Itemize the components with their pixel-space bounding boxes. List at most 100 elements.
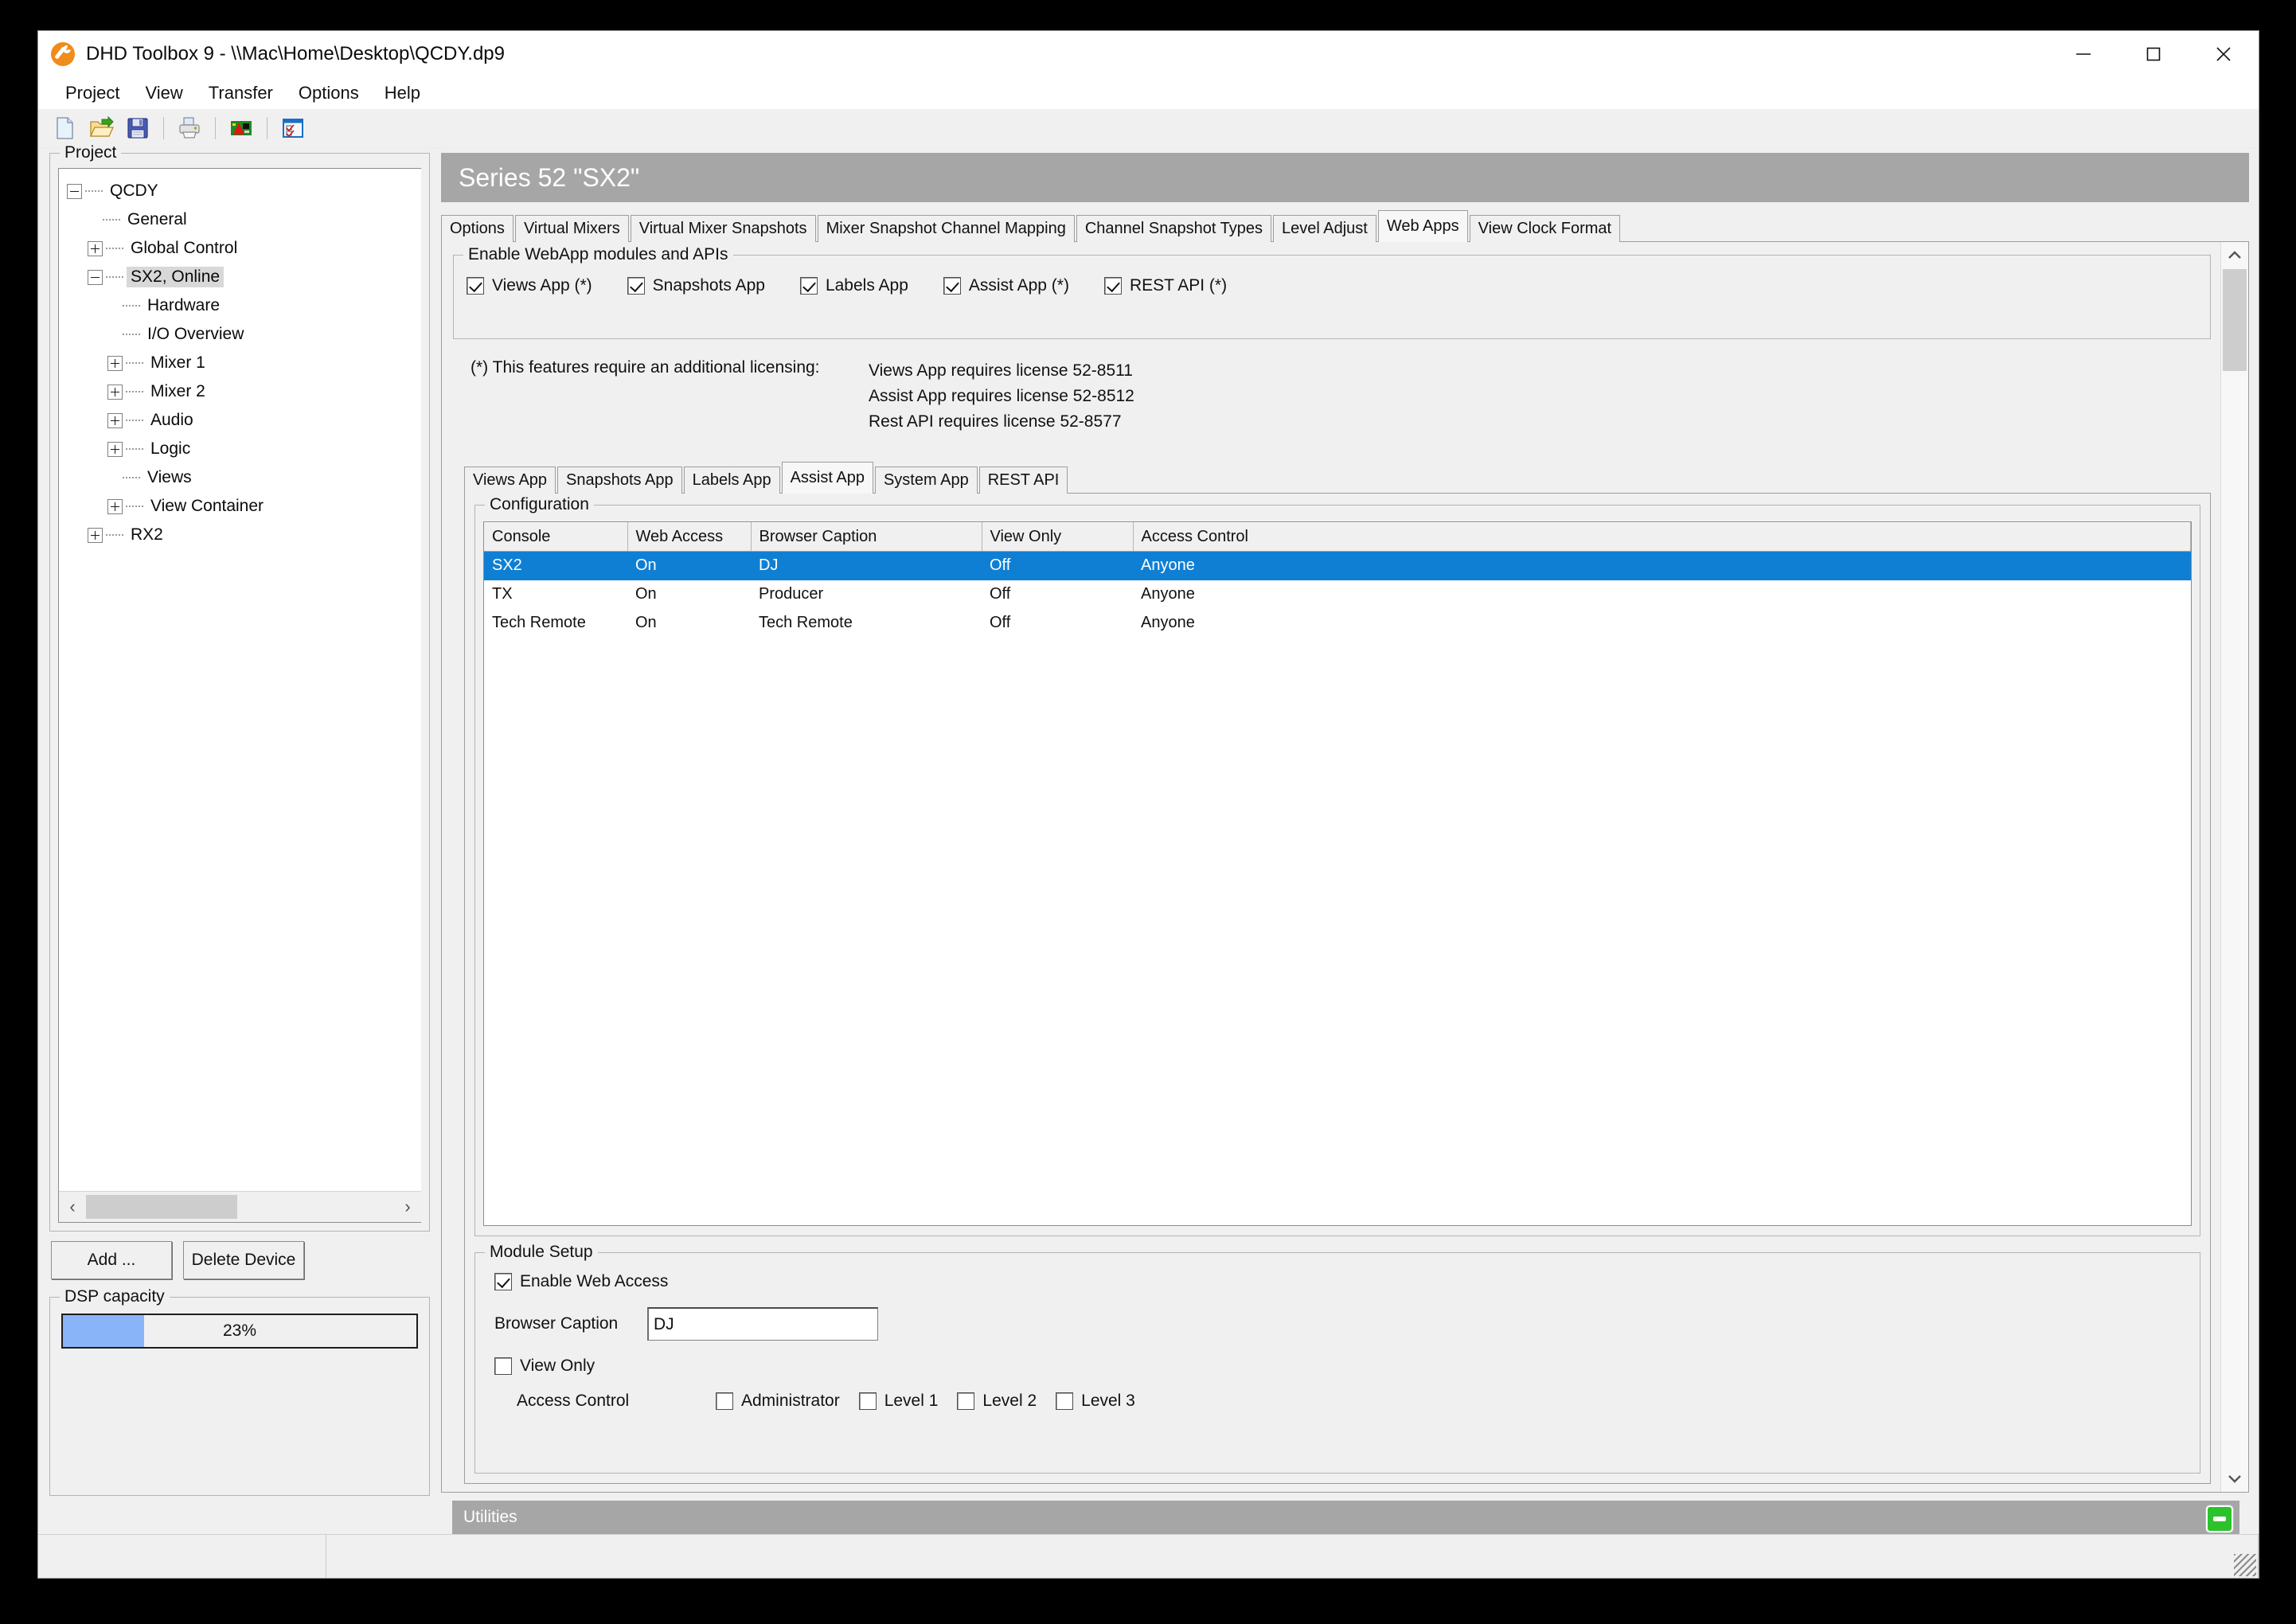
checkbox-checked-icon[interactable] [467, 277, 484, 295]
expand-toggle-icon[interactable] [88, 240, 103, 256]
tree-item-mixer-1[interactable]: Mixer 1 [59, 349, 421, 377]
menu-item-options[interactable]: Options [286, 81, 372, 105]
table-row[interactable]: Tech Remote On Tech Remote Off Anyone [484, 609, 2191, 638]
tab-view-clock-format[interactable]: View Clock Format [1469, 215, 1621, 242]
tree-item-logic[interactable]: Logic [59, 435, 421, 463]
checkbox-unchecked-icon[interactable] [957, 1392, 975, 1410]
checkbox-checked-icon[interactable] [1103, 277, 1122, 295]
checkbox-unchecked-icon[interactable] [494, 1357, 512, 1375]
expand-toggle-icon[interactable] [107, 441, 123, 457]
checkbox-snapshots-app[interactable]: Snapshots App [627, 276, 765, 295]
column-header-access-control[interactable]: Access Control [1133, 522, 2191, 552]
expand-toggle-icon[interactable] [107, 355, 123, 371]
checklist-window-icon[interactable] [275, 111, 311, 145]
inner-tab-assist-app[interactable]: Assist App [781, 462, 873, 494]
column-header-web-access[interactable]: Web Access [627, 522, 752, 552]
checkbox-checked-icon[interactable] [494, 1273, 512, 1290]
expand-toggle-icon[interactable] [107, 498, 123, 514]
expand-toggle-icon[interactable] [107, 384, 123, 400]
menu-item-help[interactable]: Help [372, 81, 433, 105]
tree-item-views[interactable]: Views [59, 463, 421, 492]
tab-virtual-mixer-snapshots[interactable]: Virtual Mixer Snapshots [630, 215, 816, 242]
inner-tab-rest-api[interactable]: REST API [978, 467, 1068, 494]
open-folder-icon[interactable] [83, 111, 119, 145]
menu-item-view[interactable]: View [132, 81, 195, 105]
checkbox-rest-api[interactable]: REST API (*) [1103, 276, 1227, 295]
inner-tab-views-app[interactable]: Views App [464, 467, 556, 494]
inner-tab-snapshots-app[interactable]: Snapshots App [557, 467, 682, 494]
tab-web-apps[interactable]: Web Apps [1377, 210, 1468, 242]
tree-item-global-control[interactable]: Global Control [59, 234, 421, 263]
menu-item-project[interactable]: Project [53, 81, 132, 105]
browser-caption-label: Browser Caption [494, 1314, 619, 1333]
column-header-view-only[interactable]: View Only [982, 522, 1134, 552]
scrollbar-track[interactable] [2223, 371, 2247, 1465]
checkbox-level-3[interactable]: Level 3 [1056, 1392, 1135, 1411]
minimize-button[interactable] [2048, 31, 2118, 77]
utilities-bar[interactable]: Utilities [452, 1501, 2239, 1534]
add-button[interactable]: Add ... [51, 1241, 172, 1279]
tree-item-view-container[interactable]: View Container [59, 492, 421, 521]
tree-item-hardware[interactable]: Hardware [59, 291, 421, 320]
save-floppy-icon[interactable] [119, 111, 156, 145]
maximize-button[interactable] [2118, 31, 2189, 77]
close-button[interactable] [2189, 31, 2259, 77]
checkbox-view-only[interactable]: View Only [494, 1357, 595, 1376]
tab-options[interactable]: Options [441, 215, 513, 242]
menu-item-transfer[interactable]: Transfer [196, 81, 286, 105]
scrollbar-track[interactable] [237, 1193, 394, 1221]
checkbox-checked-icon[interactable] [627, 277, 645, 295]
cell-console: SX2 [484, 551, 627, 580]
network-card-icon[interactable] [223, 111, 260, 145]
webapps-vertical-scrollbar[interactable] [2220, 242, 2248, 1492]
collapse-toggle-icon[interactable] [67, 183, 82, 199]
tree-item-sx2-online[interactable]: SX2, Online [59, 263, 421, 291]
checkbox-administrator[interactable]: Administrator [716, 1392, 840, 1411]
checkbox-views-app[interactable]: Views App (*) [467, 276, 592, 295]
expand-toggle-icon[interactable] [107, 412, 123, 428]
resize-grip-icon[interactable] [2234, 1554, 2256, 1576]
tab-virtual-mixers[interactable]: Virtual Mixers [514, 215, 629, 242]
scroll-up-arrow-icon[interactable] [2221, 242, 2248, 269]
tree-item-general[interactable]: General [59, 205, 421, 234]
checkbox-unchecked-icon[interactable] [716, 1392, 733, 1410]
scroll-down-arrow-icon[interactable] [2221, 1465, 2248, 1492]
table-row[interactable]: TX On Producer Off Anyone [484, 580, 2191, 609]
scrollbar-thumb[interactable] [2223, 269, 2247, 371]
table-row[interactable]: SX2 On DJ Off Anyone [484, 551, 2191, 580]
tree-item-rx2[interactable]: RX2 [59, 521, 421, 549]
expand-toggle-icon[interactable] [88, 527, 103, 543]
tree-item-io-overview[interactable]: I/O Overview [59, 320, 421, 349]
tree-item-label: View Container [150, 497, 264, 515]
collapse-toggle-icon[interactable] [88, 269, 103, 285]
checkbox-unchecked-icon[interactable] [858, 1392, 877, 1410]
browser-caption-input[interactable]: DJ [647, 1307, 878, 1341]
column-header-console[interactable]: Console [484, 522, 628, 552]
printer-icon[interactable] [171, 111, 208, 145]
new-document-icon[interactable] [46, 111, 83, 145]
scroll-right-arrow-icon[interactable]: › [394, 1193, 421, 1221]
checkbox-level-2[interactable]: Level 2 [957, 1392, 1037, 1411]
configuration-table-container[interactable]: Console Web Access Browser Caption View … [483, 521, 2192, 1226]
checkbox-level-1[interactable]: Level 1 [858, 1392, 938, 1411]
tree-item-qcdy[interactable]: QCDY [59, 177, 421, 205]
tree-item-audio[interactable]: Audio [59, 406, 421, 435]
checkbox-enable-web-access[interactable]: Enable Web Access [494, 1272, 668, 1291]
tree-horizontal-scrollbar[interactable]: ‹ › [59, 1191, 421, 1222]
scrollbar-thumb[interactable] [86, 1195, 237, 1219]
checkbox-checked-icon[interactable] [943, 277, 961, 295]
checkbox-checked-icon[interactable] [799, 277, 818, 295]
checkbox-unchecked-icon[interactable] [1056, 1392, 1074, 1410]
inner-tab-labels-app[interactable]: Labels App [683, 467, 780, 494]
tab-channel-snapshot-types[interactable]: Channel Snapshot Types [1076, 215, 1271, 242]
project-tree[interactable]: QCDY General Global Control SX2, Online … [59, 169, 421, 1191]
checkbox-labels-app[interactable]: Labels App [799, 276, 908, 295]
scroll-left-arrow-icon[interactable]: ‹ [59, 1193, 86, 1221]
tab-mixer-snapshot-channel-mapping[interactable]: Mixer Snapshot Channel Mapping [817, 215, 1075, 242]
tree-item-mixer-2[interactable]: Mixer 2 [59, 377, 421, 406]
column-header-browser-caption[interactable]: Browser Caption [751, 522, 982, 552]
delete-device-button[interactable]: Delete Device [183, 1241, 304, 1279]
inner-tab-system-app[interactable]: System App [874, 467, 978, 494]
checkbox-assist-app[interactable]: Assist App (*) [943, 276, 1069, 295]
tab-level-adjust[interactable]: Level Adjust [1272, 215, 1376, 242]
